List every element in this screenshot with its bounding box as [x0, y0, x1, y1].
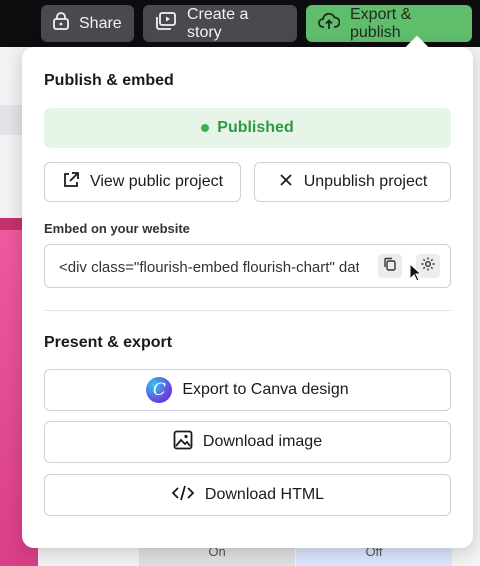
create-story-button[interactable]: Create a story — [143, 5, 297, 42]
unpublish-project-button[interactable]: Unpublish project — [254, 162, 451, 202]
download-html-button[interactable]: Download HTML — [44, 474, 451, 516]
close-icon — [278, 172, 294, 193]
share-button[interactable]: Share — [41, 5, 134, 42]
export-label: Export & publish — [350, 5, 412, 41]
lock-icon — [53, 12, 69, 35]
view-public-project-button[interactable]: View public project — [44, 162, 241, 202]
embed-label: Embed on your website — [44, 221, 190, 236]
canva-logo-icon: C — [146, 377, 173, 403]
image-icon — [173, 430, 193, 455]
copy-button[interactable] — [378, 254, 402, 278]
section-divider — [44, 310, 451, 311]
background-chart-bar-top — [0, 218, 22, 230]
share-label: Share — [79, 14, 122, 32]
download-image-label: Download image — [202, 433, 323, 450]
status-dot-icon — [201, 124, 210, 132]
status-text: Published — [217, 119, 294, 136]
export-publish-button[interactable]: Export & publish — [306, 5, 472, 42]
view-public-label: View public project — [89, 173, 224, 190]
published-status-badge: Published — [44, 108, 451, 148]
canva-label: Export to Canva design — [182, 381, 349, 398]
gear-icon — [420, 256, 436, 277]
download-html-label: Download HTML — [204, 486, 325, 503]
unpublish-label: Unpublish project — [303, 173, 428, 190]
download-image-button[interactable]: Download image — [44, 421, 451, 463]
publish-popover: Publish & embed Published View public pr… — [22, 35, 473, 548]
copy-icon — [383, 257, 397, 276]
embed-code-field — [44, 244, 451, 288]
publish-embed-title: Publish & embed — [44, 72, 174, 89]
external-link-icon — [62, 171, 80, 194]
mouse-cursor-icon — [409, 262, 423, 288]
top-bar: Share Create a story Export & publish — [0, 0, 480, 47]
story-label: Create a story — [187, 5, 249, 41]
export-to-canva-button[interactable]: C Export to Canva design — [44, 369, 451, 411]
story-icon — [155, 12, 177, 35]
code-icon — [171, 485, 195, 506]
embed-code-input[interactable] — [57, 256, 361, 278]
cloud-upload-icon — [318, 12, 341, 35]
present-export-title: Present & export — [44, 334, 173, 351]
